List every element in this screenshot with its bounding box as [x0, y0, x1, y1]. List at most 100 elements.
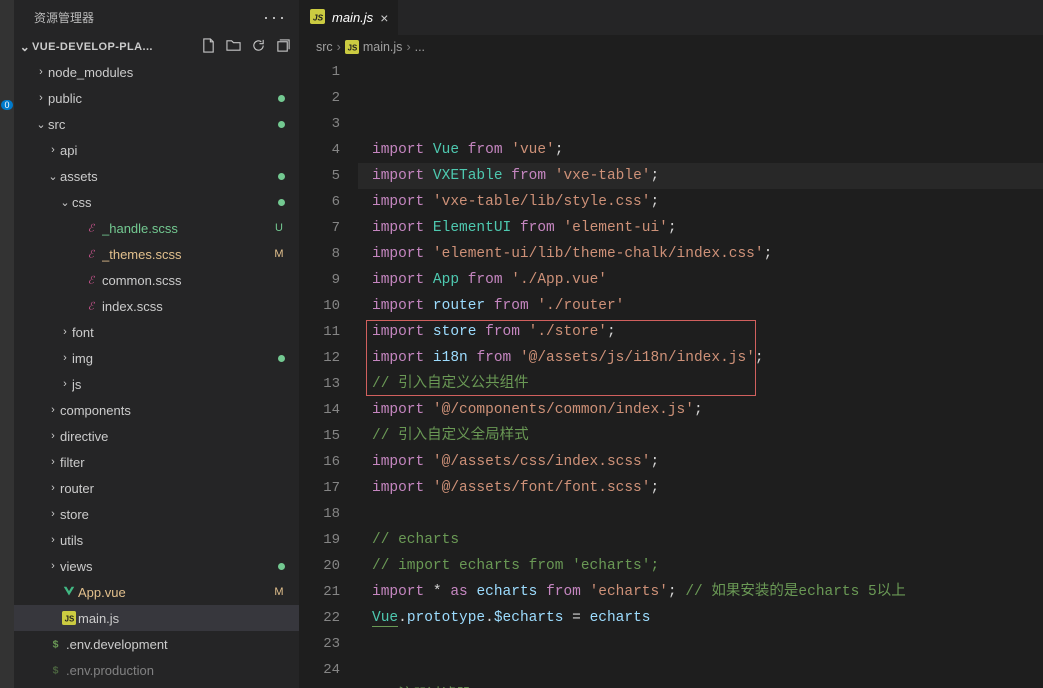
code-content[interactable]: import Vue from 'vue';import VXETable fr… — [358, 59, 1043, 688]
folder-item[interactable]: ›router — [14, 475, 299, 501]
tab-bar: JS main.js × — [300, 0, 1043, 35]
folder-item[interactable]: ⌄assets — [14, 163, 299, 189]
folder-item[interactable]: ›node_modules — [14, 59, 299, 85]
file-item[interactable]: JSmain.js — [14, 605, 299, 631]
app-root: 0 资源管理器 ··· ⌄ VUE-DEVELOP-PLA... ›node_m… — [0, 0, 1043, 688]
tree-item-label: common.scss — [102, 273, 289, 288]
tab-main-js[interactable]: JS main.js × — [300, 0, 399, 35]
tree-item-label: css — [72, 195, 289, 210]
scss-file-icon: ℰ — [84, 247, 102, 261]
code-line[interactable]: import VXETable from 'vxe-table'; — [358, 163, 1043, 189]
folder-item[interactable]: ⌄css — [14, 189, 299, 215]
new-folder-icon[interactable] — [226, 38, 241, 56]
folder-item[interactable]: ›js — [14, 371, 299, 397]
code-line[interactable] — [358, 501, 1043, 527]
git-status-badge: U — [269, 222, 289, 234]
file-item[interactable]: ℰindex.scss — [14, 293, 299, 319]
code-line[interactable]: import App from './App.vue' — [358, 267, 1043, 293]
tree-item-label: App.vue — [78, 585, 269, 600]
chevron-right-icon: › — [406, 40, 410, 54]
folder-item[interactable]: ›filter — [14, 449, 299, 475]
code-line[interactable]: // 注册过滤器 — [358, 683, 1043, 688]
git-status-badge: M — [269, 248, 289, 260]
tree-item-label: _themes.scss — [102, 247, 269, 262]
svg-text:ℰ: ℰ — [88, 249, 96, 261]
chevron-right-icon: › — [34, 66, 48, 78]
code-line[interactable]: import Vue from 'vue'; — [358, 137, 1043, 163]
code-line[interactable]: // import echarts from 'echarts'; — [358, 553, 1043, 579]
tree-item-label: components — [60, 403, 289, 418]
chevron-right-icon: › — [58, 352, 72, 364]
folder-item[interactable]: ›api — [14, 137, 299, 163]
file-item[interactable]: $.env.development — [14, 631, 299, 657]
code-area[interactable]: 123456789101112131415161718192021222324 … — [300, 59, 1043, 688]
project-name: VUE-DEVELOP-PLA... — [32, 41, 201, 53]
tree-item-label: _handle.scss — [102, 221, 269, 236]
scss-file-icon: ℰ — [84, 273, 102, 287]
file-item[interactable]: App.vueM — [14, 579, 299, 605]
code-line[interactable]: import 'element-ui/lib/theme-chalk/index… — [358, 241, 1043, 267]
folder-item[interactable]: ⌄src — [14, 111, 299, 137]
code-line[interactable]: // 引入自定义全局样式 — [358, 423, 1043, 449]
chevron-right-icon: › — [46, 404, 60, 416]
tree-item-label: font — [72, 325, 289, 340]
code-line[interactable] — [358, 631, 1043, 657]
svg-text:ℰ: ℰ — [88, 275, 96, 287]
code-line[interactable]: // echarts — [358, 527, 1043, 553]
code-line[interactable]: // 引入自定义公共组件 — [358, 371, 1043, 397]
svg-text:JS: JS — [313, 12, 324, 22]
code-line[interactable] — [358, 657, 1043, 683]
new-file-icon[interactable] — [201, 38, 216, 56]
chevron-right-icon: › — [58, 326, 72, 338]
env-file-icon: $ — [48, 637, 66, 651]
tree-item-label: img — [72, 351, 289, 366]
refresh-icon[interactable] — [251, 38, 266, 56]
code-line[interactable]: import '@/assets/font/font.scss'; — [358, 475, 1043, 501]
chevron-right-icon: › — [34, 92, 48, 104]
svg-text:JS: JS — [347, 43, 357, 52]
code-line[interactable]: import * as echarts from 'echarts'; // 如… — [358, 579, 1043, 605]
collapse-all-icon[interactable] — [276, 38, 291, 56]
code-line[interactable]: import i18n from '@/assets/js/i18n/index… — [358, 345, 1043, 371]
tree-item-label: src — [48, 117, 289, 132]
chevron-right-icon: › — [337, 40, 341, 54]
breadcrumb[interactable]: src › JS main.js › ... — [300, 35, 1043, 59]
folder-item[interactable]: ›components — [14, 397, 299, 423]
folder-item[interactable]: ›font — [14, 319, 299, 345]
project-row[interactable]: ⌄ VUE-DEVELOP-PLA... — [14, 35, 299, 59]
folder-item[interactable]: ›directive — [14, 423, 299, 449]
tree-item-label: views — [60, 559, 289, 574]
tree-item-label: node_modules — [48, 65, 289, 80]
tab-label: main.js — [332, 10, 373, 25]
code-line[interactable]: import ElementUI from 'element-ui'; — [358, 215, 1043, 241]
file-item[interactable]: ℰcommon.scss — [14, 267, 299, 293]
code-line[interactable]: import '@/components/common/index.js'; — [358, 397, 1043, 423]
folder-item[interactable]: ›img — [14, 345, 299, 371]
file-item[interactable]: ℰ_handle.scssU — [14, 215, 299, 241]
sidebar-title: 资源管理器 — [34, 9, 94, 26]
file-item[interactable]: ℰ _themes.scssM — [14, 241, 299, 267]
code-line[interactable]: import store from './store'; — [358, 319, 1043, 345]
more-icon[interactable]: ··· — [263, 7, 287, 28]
folder-item[interactable]: ›views — [14, 553, 299, 579]
tree-item-label: public — [48, 91, 289, 106]
tree-item-label: filter — [60, 455, 289, 470]
vue-file-icon — [60, 585, 78, 599]
tree-item-label: utils — [60, 533, 289, 548]
file-tree[interactable]: ›node_modules›public⌄src›api⌄assets⌄cssℰ… — [14, 59, 299, 688]
breadcrumb-seg[interactable]: src — [316, 40, 333, 54]
code-line[interactable]: import router from './router' — [358, 293, 1043, 319]
folder-item[interactable]: ›public — [14, 85, 299, 111]
breadcrumb-seg[interactable]: main.js — [363, 40, 403, 54]
code-line[interactable]: Vue.prototype.$echarts = echarts — [358, 605, 1043, 631]
scss-file-icon: ℰ — [84, 299, 102, 313]
folder-item[interactable]: ›store — [14, 501, 299, 527]
breadcrumb-seg[interactable]: ... — [415, 40, 425, 54]
scm-badge: 0 — [1, 100, 12, 110]
file-item[interactable]: $.env.production — [14, 657, 299, 683]
folder-item[interactable]: ›utils — [14, 527, 299, 553]
code-line[interactable]: import '@/assets/css/index.scss'; — [358, 449, 1043, 475]
chevron-right-icon: › — [46, 534, 60, 546]
close-icon[interactable]: × — [380, 10, 388, 26]
code-line[interactable]: import 'vxe-table/lib/style.css'; — [358, 189, 1043, 215]
